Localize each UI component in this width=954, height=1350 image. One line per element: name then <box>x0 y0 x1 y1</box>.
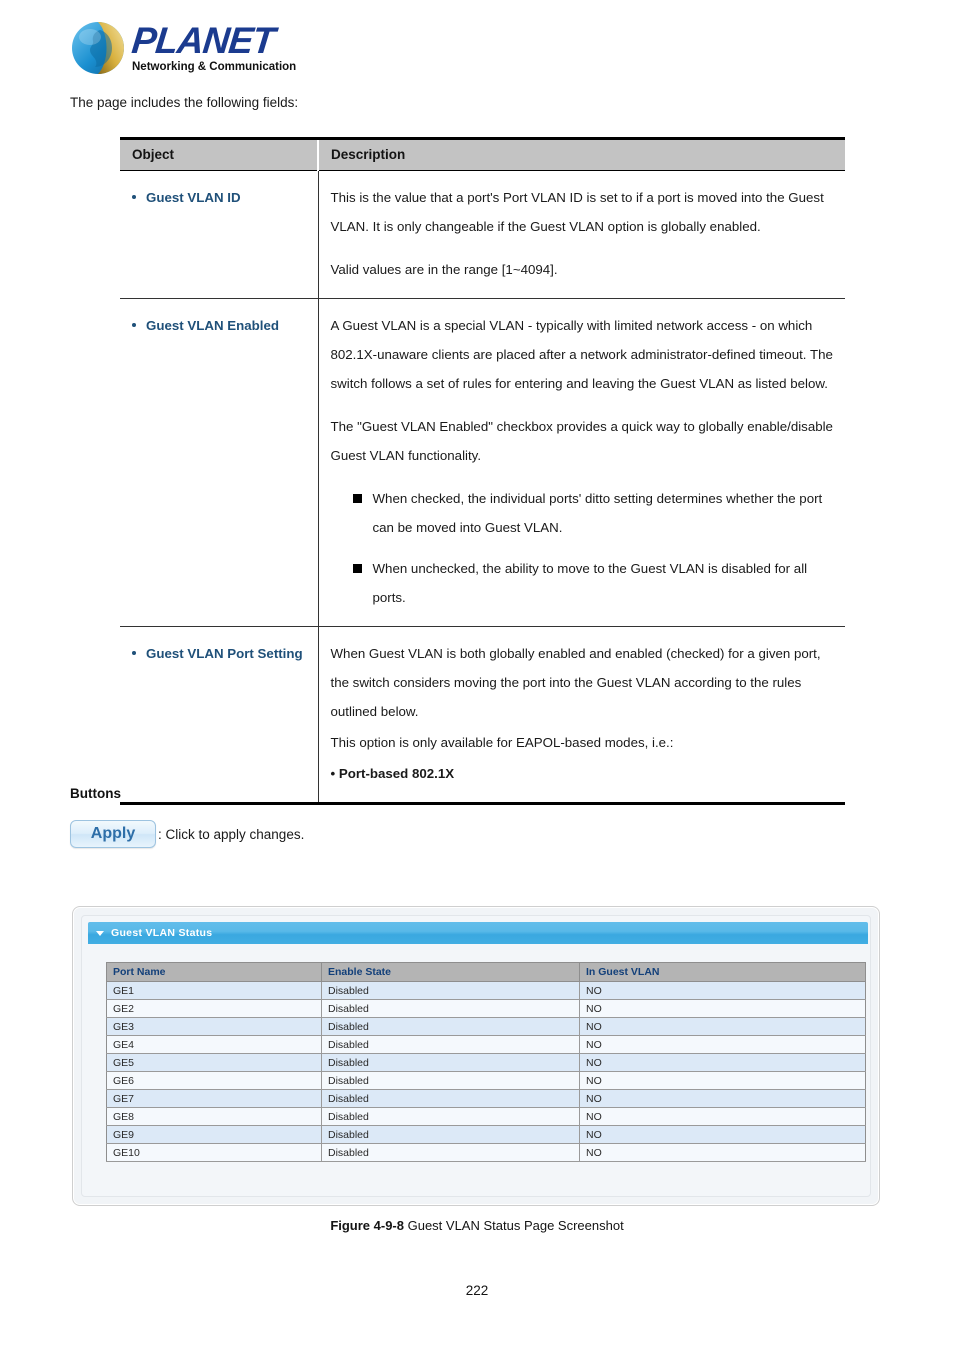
cell-port-name: GE10 <box>106 1143 322 1162</box>
cell-enable-state: Disabled <box>321 999 580 1018</box>
table-header-row: Object Description <box>120 137 845 171</box>
brand-name: PLANET <box>129 20 277 61</box>
cell-port-name: GE2 <box>106 999 322 1018</box>
cell-in-guest-vlan: NO <box>579 1035 866 1054</box>
table-row: GE1 Disabled NO <box>106 981 866 1000</box>
column-header-port-name: Port Name <box>106 962 322 982</box>
cell-enable-state: Disabled <box>321 1125 580 1144</box>
description-cell: A Guest VLAN is a special VLAN - typical… <box>318 298 845 627</box>
cell-port-name: GE4 <box>106 1035 322 1054</box>
cell-in-guest-vlan: NO <box>579 1053 866 1072</box>
screenshot-inner: Guest VLAN Status Port Name Enable State… <box>81 915 871 1197</box>
cell-in-guest-vlan: NO <box>579 981 866 1000</box>
cell-port-name: GE3 <box>106 1017 322 1036</box>
description-paragraph: This is the value that a port's Port VLA… <box>330 190 824 234</box>
planet-globe-logo-icon <box>72 22 124 74</box>
description-cell: When Guest VLAN is both globally enabled… <box>318 626 845 805</box>
cell-enable-state: Disabled <box>321 1035 580 1054</box>
guest-vlan-status-table: Port Name Enable State In Guest VLAN GE1… <box>106 962 866 1162</box>
table-row: GE2 Disabled NO <box>106 999 866 1018</box>
table-row: Guest VLAN Port Setting When Guest VLAN … <box>120 626 845 805</box>
description-cell: This is the value that a port's Port VLA… <box>318 170 845 299</box>
object-label: Guest VLAN ID <box>128 183 308 212</box>
table-row: GE10 Disabled NO <box>106 1143 866 1162</box>
cell-enable-state: Disabled <box>321 1089 580 1108</box>
column-header-object: Object <box>120 137 319 171</box>
cell-enable-state: Disabled <box>321 981 580 1000</box>
column-header-description: Description <box>318 137 845 171</box>
table-row: GE4 Disabled NO <box>106 1035 866 1054</box>
table-row: Guest VLAN Enabled A Guest VLAN is a spe… <box>120 298 845 627</box>
cell-port-name: GE5 <box>106 1053 322 1072</box>
table-row: GE6 Disabled NO <box>106 1071 866 1090</box>
planet-logo: PLANET Networking & Communication <box>70 18 370 80</box>
cell-port-name: GE7 <box>106 1089 322 1108</box>
object-label: Guest VLAN Port Setting <box>128 639 308 668</box>
column-header-in-guest-vlan: In Guest VLAN <box>579 962 866 982</box>
table-row: Guest VLAN ID This is the value that a p… <box>120 170 845 299</box>
description-bullet-list: When checked, the individual ports' ditt… <box>331 484 836 612</box>
guest-vlan-status-panel-header[interactable]: Guest VLAN Status <box>88 922 868 944</box>
table-row: GE5 Disabled NO <box>106 1053 866 1072</box>
cell-port-name: GE9 <box>106 1125 322 1144</box>
screenshot-figure: Guest VLAN Status Port Name Enable State… <box>72 906 880 1206</box>
cell-in-guest-vlan: NO <box>579 1125 866 1144</box>
cell-enable-state: Disabled <box>321 1071 580 1090</box>
cell-enable-state: Disabled <box>321 1107 580 1126</box>
apply-button[interactable]: Apply <box>70 820 156 848</box>
cell-enable-state: Disabled <box>321 1053 580 1072</box>
table-row: GE8 Disabled NO <box>106 1107 866 1126</box>
object-cell: Guest VLAN ID <box>120 170 319 299</box>
figure-label: Figure 4-9-8 <box>330 1218 404 1233</box>
apply-button-row: Apply : Click to apply changes. <box>70 820 304 848</box>
object-cell: Guest VLAN Enabled <box>120 298 319 627</box>
figure-caption-text: Guest VLAN Status Page Screenshot <box>404 1218 624 1233</box>
table-row: GE3 Disabled NO <box>106 1017 866 1036</box>
cell-in-guest-vlan: NO <box>579 1107 866 1126</box>
cell-in-guest-vlan: NO <box>579 1071 866 1090</box>
cell-port-name: GE8 <box>106 1107 322 1126</box>
list-item: When unchecked, the ability to move to t… <box>331 554 836 612</box>
list-item: When checked, the individual ports' ditt… <box>331 484 836 542</box>
cell-enable-state: Disabled <box>321 1143 580 1162</box>
description-paragraph: When Guest VLAN is both globally enabled… <box>330 646 821 719</box>
description-bold-line: • Port-based 802.1X <box>330 766 455 781</box>
cell-in-guest-vlan: NO <box>579 1143 866 1162</box>
status-table-header-row: Port Name Enable State In Guest VLAN <box>106 962 866 982</box>
cell-in-guest-vlan: NO <box>579 999 866 1018</box>
column-header-enable-state: Enable State <box>321 962 580 982</box>
fields-description-table: Object Description Guest VLAN ID This is… <box>120 137 845 805</box>
intro-text: The page includes the following fields: <box>70 95 299 110</box>
cell-port-name: GE6 <box>106 1071 322 1090</box>
description-paragraph: A Guest VLAN is a special VLAN - typical… <box>330 318 833 391</box>
object-cell: Guest VLAN Port Setting <box>120 626 319 805</box>
table-row: GE9 Disabled NO <box>106 1125 866 1144</box>
description-paragraph: The "Guest VLAN Enabled" checkbox provid… <box>330 419 833 463</box>
cell-enable-state: Disabled <box>321 1017 580 1036</box>
cell-in-guest-vlan: NO <box>579 1017 866 1036</box>
brand-tagline: Networking & Communication <box>132 61 297 73</box>
figure-caption: Figure 4-9-8 Guest VLAN Status Page Scre… <box>0 1218 954 1233</box>
cell-in-guest-vlan: NO <box>579 1089 866 1108</box>
table-row: GE7 Disabled NO <box>106 1089 866 1108</box>
cell-port-name: GE1 <box>106 981 322 1000</box>
description-paragraph: This option is only available for EAPOL-… <box>330 735 674 750</box>
apply-button-caption: : Click to apply changes. <box>158 826 305 842</box>
object-label: Guest VLAN Enabled <box>128 311 308 340</box>
triangle-down-icon[interactable] <box>96 931 104 936</box>
panel-title: Guest VLAN Status <box>111 927 213 939</box>
page-number: 222 <box>465 1283 489 1298</box>
description-paragraph: Valid values are in the range [1~4094]. <box>330 262 558 277</box>
buttons-section-heading: Buttons <box>70 786 121 801</box>
